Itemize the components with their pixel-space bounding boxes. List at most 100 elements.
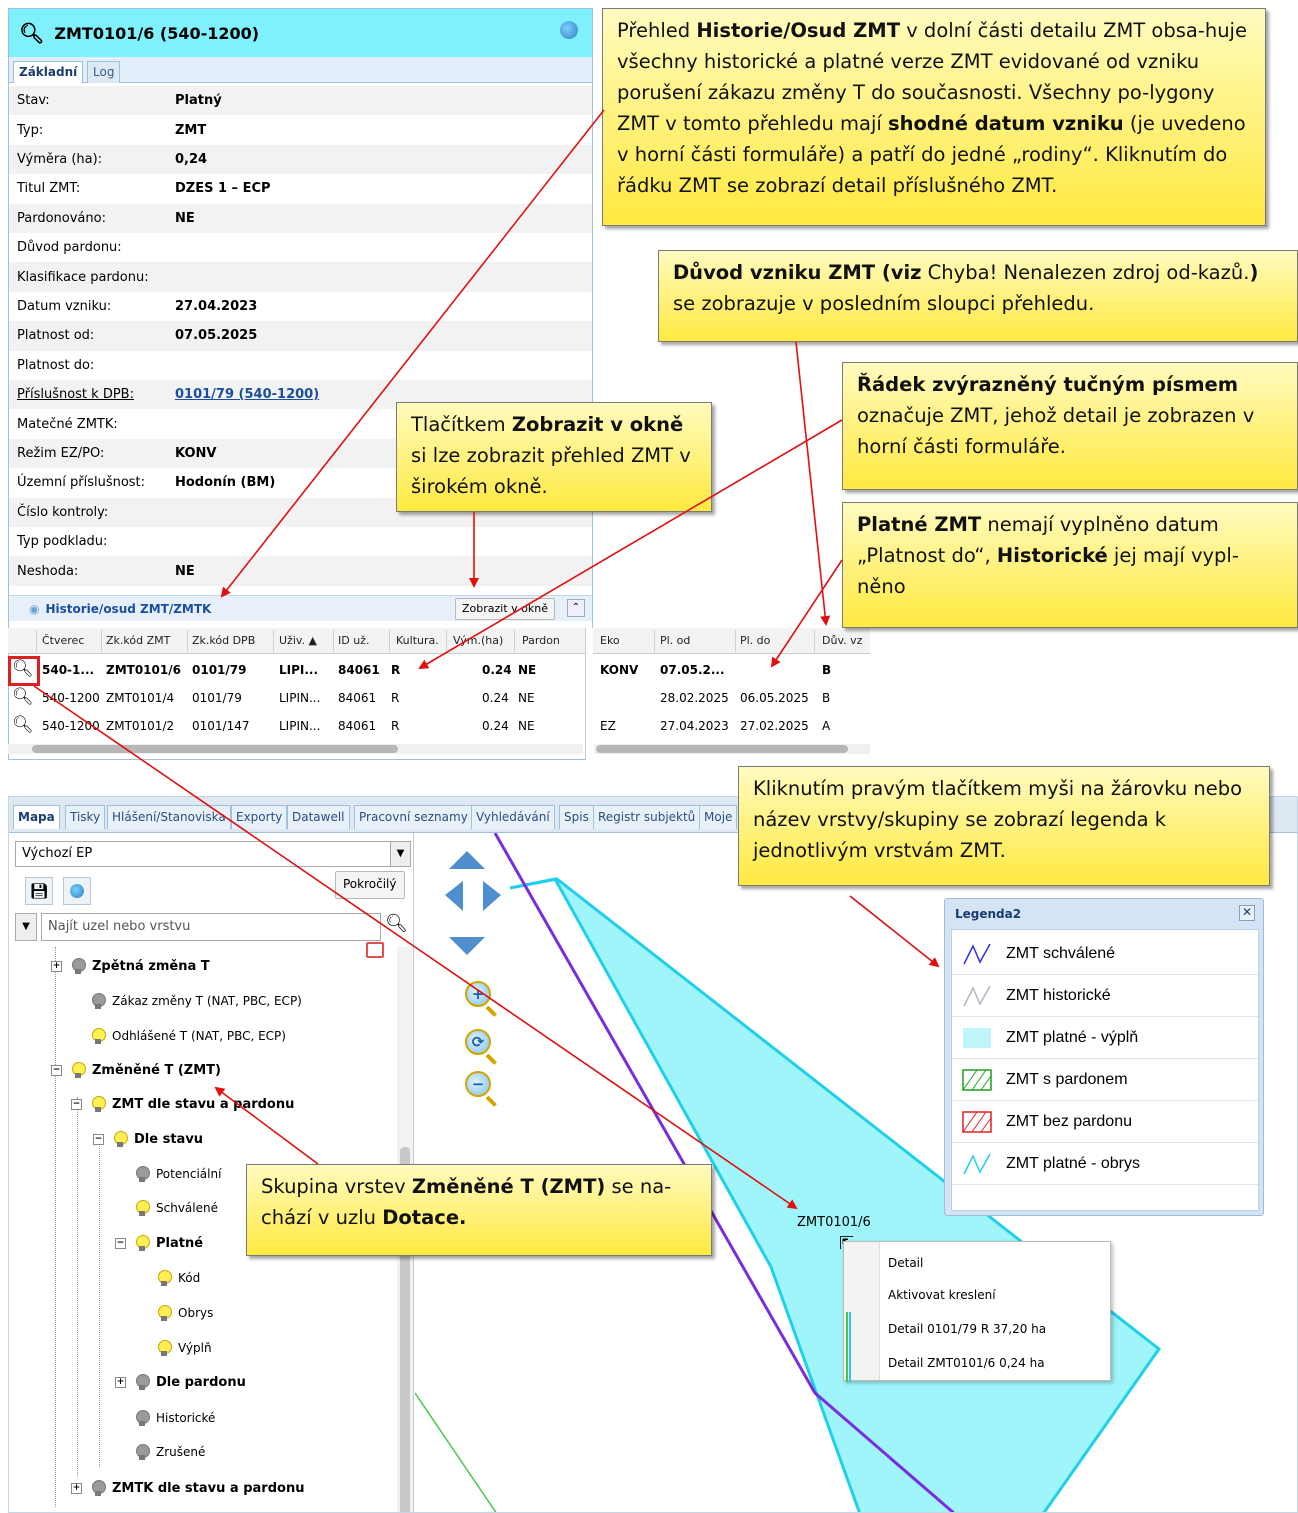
column-header[interactable]: Zk.kód DPB — [192, 634, 255, 647]
field-value[interactable]: 0101/79 (540-1200) — [175, 387, 319, 402]
magnifier-icon[interactable]: 🔍︎ — [12, 715, 34, 735]
tree-node-label[interactable]: Historické — [156, 1411, 215, 1425]
lightbulb-icon[interactable] — [92, 1095, 106, 1113]
search-icon[interactable]: 🔍︎ — [385, 913, 408, 934]
lightbulb-icon[interactable] — [136, 1443, 150, 1461]
app-tab[interactable]: Exporty — [231, 805, 288, 829]
table-row[interactable]: 🔍︎ 540-1200 ZMT0101/4 0101/79 LIPIN... 84061 R… — [8, 684, 870, 712]
tree-node[interactable]: − Změněné T (ZMT) — [51, 1059, 221, 1081]
refresh-icon[interactable] — [560, 21, 578, 39]
expand-icon[interactable]: + — [115, 1376, 126, 1388]
tree-node-label[interactable]: Zpětná změna T — [92, 959, 210, 974]
lightbulb-icon[interactable] — [114, 1130, 128, 1148]
zoom-reset-icon[interactable]: ⟳ — [465, 1029, 491, 1055]
magnifier-icon[interactable]: 🔍︎ — [12, 687, 34, 707]
ctx-activate-drawing[interactable]: Aktivovat kreslení — [888, 1288, 996, 1302]
ctx-detail-dpb[interactable]: Detail 0101/79 R 37,20 ha — [888, 1322, 1046, 1336]
tree-node[interactable]: Odhlášené T (NAT, PBC, ECP) — [92, 1025, 286, 1047]
show-in-window-button[interactable]: Zobrazit v okně — [455, 598, 555, 620]
lightbulb-icon[interactable] — [92, 1027, 106, 1045]
tree-node[interactable]: Zrušené — [136, 1441, 205, 1463]
tree-node[interactable]: Výplň — [158, 1337, 212, 1359]
app-tab[interactable]: Moje — [699, 805, 738, 829]
tree-node-label[interactable]: Dle pardonu — [156, 1375, 246, 1390]
advanced-button[interactable]: Pokročilý — [335, 871, 405, 899]
collapse-icon[interactable]: − — [51, 1064, 62, 1076]
tree-node[interactable]: − ZMT dle stavu a pardonu — [71, 1093, 294, 1115]
grid-scrollbar-right[interactable] — [594, 744, 870, 754]
tree-node-label[interactable]: Platné — [156, 1236, 203, 1251]
column-header[interactable]: Zk.kód ZMT — [106, 634, 170, 647]
collapse-icon[interactable]: − — [93, 1133, 104, 1145]
tree-node-label[interactable]: ZMTK dle stavu a pardonu — [112, 1481, 304, 1496]
lightbulb-icon[interactable] — [92, 1479, 106, 1497]
tab-zakladni[interactable]: Základní — [13, 61, 84, 83]
column-header[interactable]: Pardon — [522, 634, 560, 647]
app-tab[interactable]: Pracovní seznamy — [354, 805, 473, 829]
tree-node-label[interactable]: ZMT dle stavu a pardonu — [112, 1097, 294, 1112]
column-header[interactable]: ID už. — [338, 634, 369, 647]
tree-node[interactable]: + ZMTK dle stavu a pardonu — [71, 1477, 304, 1499]
lightbulb-icon[interactable] — [136, 1373, 150, 1391]
lightbulb-icon[interactable] — [72, 1061, 86, 1079]
table-row[interactable]: 🔍︎ 540-1200 ZMT0101/2 0101/147 LIPIN... 84061… — [8, 712, 870, 740]
tree-node-label[interactable]: Zrušené — [156, 1445, 205, 1459]
app-tab[interactable]: Vyhledávání — [471, 805, 555, 829]
app-tab[interactable]: Spis — [559, 805, 594, 829]
lightbulb-icon[interactable] — [158, 1339, 172, 1357]
column-header[interactable]: Čtverec — [42, 634, 84, 647]
lightbulb-icon[interactable] — [158, 1304, 172, 1322]
lightbulb-icon[interactable] — [92, 992, 106, 1010]
app-tab[interactable]: Registr subjektů — [593, 805, 701, 829]
tree-node[interactable]: − Dle stavu — [93, 1128, 203, 1150]
tree-node-label[interactable]: Zákaz změny T (NAT, PBC, ECP) — [112, 994, 302, 1008]
ctx-detail-zmt[interactable]: Detail ZMT0101/6 0,24 ha — [888, 1356, 1045, 1370]
chevron-down-icon[interactable]: ▼ — [390, 842, 410, 866]
history-title[interactable]: Historie/osud ZMT/ZMTK — [29, 602, 211, 616]
refresh-icon[interactable] — [63, 877, 91, 905]
column-header[interactable]: Uživ. ▲ — [279, 634, 317, 647]
lightbulb-icon[interactable] — [136, 1234, 150, 1252]
collapse-button[interactable]: ⌃ — [567, 599, 585, 617]
column-header[interactable]: Kultura. — [396, 634, 439, 647]
table-row[interactable]: 🔍︎ 540-1... ZMT0101/6 0101/79 LIPI... 84061 R 0… — [8, 656, 870, 684]
tree-node-label[interactable]: Výplň — [178, 1341, 212, 1355]
zoom-in-icon[interactable]: + — [465, 981, 491, 1007]
app-tab[interactable]: Mapa — [13, 805, 60, 829]
tree-node-label[interactable]: Potenciální — [156, 1167, 221, 1181]
tree-node-label[interactable]: Schválené — [156, 1201, 218, 1215]
lightbulb-icon[interactable] — [72, 957, 86, 975]
tree-node[interactable]: Schválené — [136, 1197, 218, 1219]
column-header[interactable]: Vým.(ha) — [453, 634, 503, 647]
tree-node[interactable]: Historické — [136, 1407, 215, 1429]
column-header[interactable]: Pl. do — [740, 634, 770, 647]
expand-icon[interactable]: + — [71, 1482, 82, 1494]
tree-node[interactable]: − Platné — [115, 1232, 203, 1254]
tree-node[interactable]: + Zpětná změna T — [51, 955, 210, 977]
app-tab[interactable]: Hlášení/Stanoviska — [107, 805, 231, 829]
tab-log[interactable]: Log — [87, 61, 121, 83]
collapse-icon[interactable]: − — [115, 1237, 126, 1249]
tree-node[interactable]: Kód — [158, 1267, 200, 1289]
tree-node-label[interactable]: Změněné T (ZMT) — [92, 1063, 221, 1078]
lightbulb-icon[interactable] — [136, 1409, 150, 1427]
grid-splitter[interactable] — [585, 628, 593, 760]
tree-search-input[interactable]: Najít uzel nebo vrstvu — [41, 913, 381, 941]
lightbulb-icon[interactable] — [136, 1165, 150, 1183]
tree-node[interactable]: Obrys — [158, 1302, 213, 1324]
ep-select[interactable]: Výchozí EP ▼ — [15, 841, 411, 867]
column-header[interactable]: Dův. vz — [822, 634, 862, 647]
lightbulb-icon[interactable] — [158, 1269, 172, 1287]
tree-node-label[interactable]: Odhlášené T (NAT, PBC, ECP) — [112, 1029, 286, 1043]
collapse-icon[interactable]: − — [71, 1098, 82, 1110]
tree-node[interactable]: Zákaz změny T (NAT, PBC, ECP) — [92, 990, 302, 1012]
column-header[interactable]: Pl. od — [660, 634, 690, 647]
expand-icon[interactable]: + — [51, 960, 62, 972]
tree-node[interactable]: Potenciální — [136, 1163, 221, 1185]
close-icon[interactable]: ✕ — [1239, 905, 1255, 921]
tree-node-label[interactable]: Kód — [178, 1271, 200, 1285]
app-tab[interactable]: Tisky — [65, 805, 106, 829]
zoom-out-icon[interactable]: − — [465, 1071, 491, 1097]
tree-node-label[interactable]: Dle stavu — [134, 1132, 203, 1147]
tree-node-label[interactable]: Obrys — [178, 1306, 213, 1320]
